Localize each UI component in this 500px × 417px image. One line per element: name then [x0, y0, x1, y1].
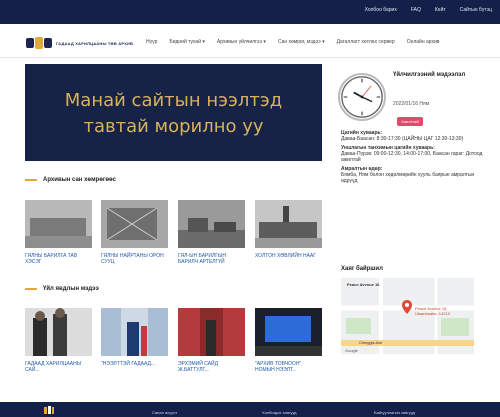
heading-accent — [25, 288, 37, 290]
news-card[interactable]: ГАДААД ХАРИЛЦААНЫ САЙ... — [25, 308, 92, 373]
hero-line-2: тавтай морилно уу — [83, 116, 264, 137]
status-badge: Хаалттай — [397, 117, 423, 126]
archive-caption[interactable]: ГЯЛНЫ НАЙРТАНЫ ОРОН СУУЦ — [101, 253, 168, 265]
news-caption[interactable]: ГАДААД ХАРИЛЦААНЫ САЙ... — [25, 361, 92, 373]
news-section-heading: Үйл явдлын мэдээ — [25, 286, 99, 292]
current-date: 2022/01/16 Ням — [393, 101, 430, 107]
hero-banner[interactable]: Манай сайтын нээлтэд тавтай морилно уу — [25, 64, 322, 161]
hero-line-1: Манай сайтын нээлтэд — [64, 90, 283, 111]
footer: Санал асуулт Холбогдох хаягууд Байгуулла… — [0, 402, 500, 417]
heading-accent — [25, 179, 37, 181]
archive-logo[interactable] — [26, 36, 52, 50]
top-link-kate[interactable]: Кейт — [435, 7, 446, 13]
nav-about[interactable]: Бидний тухай ▾ — [169, 39, 205, 45]
top-link-sitemap[interactable]: Сайтын бүтэц — [460, 7, 492, 13]
schedule-text: Даваа-Пүрэв: 09:00-12:30, 14:00-17:00, Б… — [341, 151, 483, 163]
top-links: Холбоо барих FAQ Кейт Сайтын бүтэц — [365, 7, 492, 13]
news-caption[interactable]: ЭРХЭМИЙ САЙД Ж.БАТТУЛГ... — [178, 361, 245, 373]
archive-caption[interactable]: ГЯЛНЫ БАРИЛГА ТАВ ХЭСЭГ — [25, 253, 92, 265]
nav-online-archive[interactable]: Онлайн архив — [407, 39, 440, 45]
nav-services[interactable]: Архивын үйлчилгээ ▾ — [217, 39, 266, 45]
nav-home[interactable]: Нүүр — [146, 39, 157, 45]
nav-collections[interactable]: Сан хөмрөг, мэдээ ▾ — [278, 39, 325, 45]
footer-link-contacts[interactable]: Холбогдох хаягууд — [262, 410, 297, 415]
top-link-contact[interactable]: Холбоо барих — [365, 7, 397, 13]
map-heading: Хаяг байршил — [341, 266, 383, 272]
archive-heading-text: Архивын сан хөмрөгөөс — [43, 177, 117, 183]
map-pin-icon[interactable] — [402, 300, 412, 314]
news-card[interactable]: "АРХИВ ТОВЧООН" НОМЫН НЭЭЛТ... — [255, 308, 322, 373]
top-link-faq[interactable]: FAQ — [411, 7, 421, 13]
archive-card[interactable]: ГЯЛНЫ БАРИЛГА ТАВ ХЭСЭГ — [25, 200, 92, 265]
news-card[interactable]: ЭРХЭМИЙ САЙД Ж.БАТТУЛГ... — [178, 308, 245, 373]
archive-caption[interactable]: ГЯЛ-ын барилгын барилч артелгүй — [178, 253, 245, 265]
map-place-name: Peace Avenue 16 — [347, 282, 380, 287]
nav-menu: Нүүр Бидний тухай ▾ Архивын үйлчилгээ ▾ … — [146, 39, 451, 45]
footer-link-feedback[interactable]: Санал асуулт — [152, 410, 177, 415]
news-caption[interactable]: "НЭЭЛТТЭЙ ГАДААД... — [101, 361, 168, 367]
map-place-address: Peace Avenue 16, Ulaanbaatar, 14210 — [415, 306, 450, 316]
location-map[interactable]: Peace Avenue 16 Peace Avenue 16, Ulaanba… — [341, 278, 474, 354]
archive-photo[interactable] — [255, 200, 322, 248]
clock-icon — [338, 73, 386, 121]
archive-card[interactable]: ГЯЛ-ын барилгын барилч артелгүй — [178, 200, 245, 265]
schedule-text: Даваа-Баасан: 8:30-17:30 (ЦАЙНЫ ЦАГ 12:3… — [341, 136, 464, 142]
news-photo[interactable] — [101, 308, 168, 356]
archive-section-heading: Архивын сан хөмрөгөөс — [25, 177, 116, 183]
footer-logo-icon — [44, 406, 54, 414]
news-card[interactable]: "НЭЭЛТТЭЙ ГАДААД... — [101, 308, 168, 367]
archive-photo[interactable] — [101, 200, 168, 248]
brand-name: ГАДААД ХАРИЛЦААНЫ ТӨВ АРХИВ — [56, 41, 134, 46]
news-photo[interactable] — [25, 308, 92, 356]
service-hours: Цагийн хуваарь: Даваа-Баасан: 8:30-17:30… — [341, 130, 491, 187]
archive-photo[interactable] — [25, 200, 92, 248]
schedule-group: Амралтын өдөр: Бямба, Ням болон хөдөлмөр… — [341, 166, 491, 184]
archive-card[interactable]: ГЯЛНЫ НАЙРТАНЫ ОРОН СУУЦ — [101, 200, 168, 265]
news-photo[interactable] — [178, 308, 245, 356]
schedule-group: Цагийн хуваарь: Даваа-Баасан: 8:30-17:30… — [341, 130, 491, 142]
footer-link-org[interactable]: Байгууллагын хаягууд — [374, 410, 415, 415]
news-heading-text: Үйл явдлын мэдээ — [43, 286, 99, 292]
google-logo: Google — [345, 348, 358, 353]
archive-card[interactable]: Холтон хөвлийн нааг — [255, 200, 322, 259]
top-bar: Холбоо барих FAQ Кейт Сайтын бүтэц — [0, 0, 500, 24]
schedule-text: Бямба, Ням болон хөдөлмөрийн хууль баяры… — [341, 172, 475, 184]
archive-caption[interactable]: Холтон хөвлийн нааг — [255, 253, 322, 259]
news-caption[interactable]: "АРХИВ ТОВЧООН" НОМЫН НЭЭЛТ... — [255, 361, 322, 373]
hero-text: Манай сайтын нээлтэд тавтай морилно уу — [25, 88, 322, 140]
service-info-title: Үйлчилгээний мэдээлэл — [393, 72, 466, 78]
main-navbar: ГАДААД ХАРИЛЦААНЫ ТӨВ АРХИВ Нүүр Бидний … — [0, 28, 500, 58]
news-photo[interactable] — [255, 308, 322, 356]
map-street-label: Chinggis Ave — [359, 340, 383, 345]
schedule-group: Уншлагын танхимын цагийн хуваарь: Даваа-… — [341, 145, 491, 163]
nav-server[interactable]: Дагаллагт хөтлөх сервер — [337, 39, 395, 45]
archive-photo[interactable] — [178, 200, 245, 248]
